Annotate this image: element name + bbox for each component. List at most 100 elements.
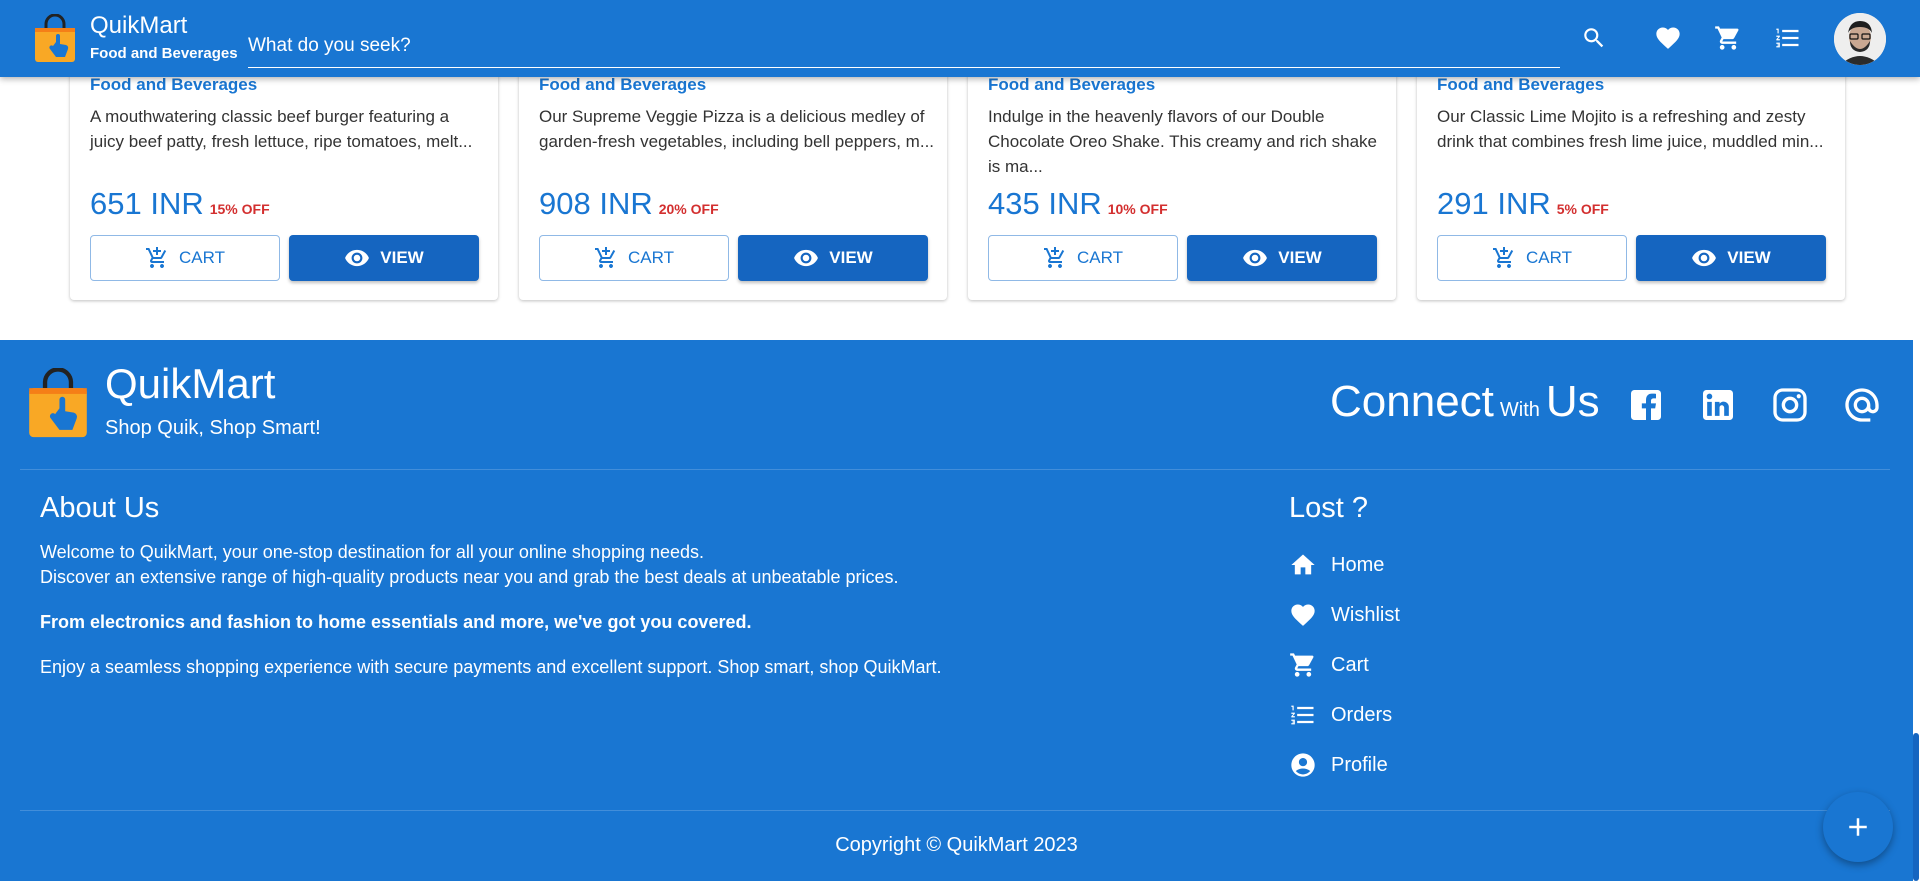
floating-add-button[interactable]	[1823, 792, 1893, 862]
about-text-bold: From electronics and fashion to home ess…	[40, 612, 752, 632]
add-to-cart-button[interactable]: CART	[90, 235, 280, 281]
view-button-label: VIEW	[380, 248, 424, 267]
footer-link-label: Cart	[1331, 653, 1369, 676]
product-price: 908 INR	[539, 186, 653, 221]
linkedin-link[interactable]	[1698, 385, 1738, 425]
view-product-button[interactable]: VIEW	[289, 235, 479, 281]
linkedin-icon	[1703, 390, 1733, 420]
product-price: 651 INR	[90, 186, 204, 221]
add-shopping-cart-icon	[146, 247, 167, 268]
product-price: 291 INR	[1437, 186, 1551, 221]
add-shopping-cart-icon	[1044, 247, 1065, 268]
add-to-cart-button[interactable]: CART	[539, 235, 729, 281]
eye-icon	[1243, 249, 1268, 267]
scrollbar-thumb[interactable]	[1913, 733, 1919, 881]
discount-badge: 15% OFF	[209, 201, 270, 217]
eye-icon	[1692, 249, 1717, 267]
footer-divider	[20, 469, 1890, 470]
view-button-label: VIEW	[1278, 248, 1322, 267]
wishlist-button[interactable]	[1652, 22, 1684, 54]
about-text: Welcome to QuikMart, your one-stop desti…	[40, 542, 705, 562]
product-price-row: 908 INR 20% OFF	[539, 186, 719, 222]
instagram-icon	[1773, 388, 1807, 422]
footer-link-label: Orders	[1331, 703, 1393, 726]
cart-button-label: CART	[1526, 248, 1572, 267]
product-card: Food and Beverages Our Supreme Veggie Pi…	[519, 50, 947, 300]
product-card: Food and Beverages Indulge in the heaven…	[968, 50, 1396, 300]
app-header: QuikMart Food and Beverages	[0, 0, 1920, 77]
search-icon	[1584, 28, 1604, 48]
brand-name: QuikMart	[90, 12, 188, 39]
user-photo-icon	[1834, 13, 1886, 65]
lost-heading: Lost ?	[1289, 492, 1368, 524]
view-product-button[interactable]: VIEW	[1187, 235, 1377, 281]
view-button-label: VIEW	[829, 248, 873, 267]
footer-brand-name: QuikMart	[105, 360, 276, 407]
add-to-cart-button[interactable]: CART	[988, 235, 1178, 281]
product-category: Food and Beverages	[539, 75, 707, 94]
shopping-bag-logo-icon	[29, 368, 87, 438]
footer-link-label: Wishlist	[1331, 603, 1400, 626]
footer-link-wishlist[interactable]: Wishlist	[1289, 599, 1400, 631]
footer-link-cart[interactable]: Cart	[1289, 649, 1369, 681]
add-shopping-cart-icon	[595, 247, 616, 268]
footer-link-label: Profile	[1331, 753, 1388, 776]
product-category: Food and Beverages	[1437, 75, 1605, 94]
search-input[interactable]	[248, 28, 1560, 64]
list-icon	[1776, 28, 1799, 48]
discount-badge: 10% OFF	[1107, 201, 1168, 217]
product-price-row: 291 INR 5% OFF	[1437, 186, 1609, 222]
footer-link-label: Home	[1331, 553, 1385, 576]
view-product-button[interactable]: VIEW	[738, 235, 928, 281]
product-description: A mouthwatering classic beef burger feat…	[90, 107, 473, 151]
footer-link-home[interactable]: Home	[1289, 549, 1384, 581]
email-link[interactable]	[1842, 385, 1882, 425]
product-card: Food and Beverages A mouthwatering class…	[70, 50, 498, 300]
product-price: 435 INR	[988, 186, 1102, 221]
shopping-bag-logo-icon	[35, 14, 75, 62]
heart-icon	[1656, 27, 1680, 49]
add-shopping-cart-icon	[1493, 247, 1514, 268]
facebook-link[interactable]	[1626, 385, 1666, 425]
search-bar	[248, 28, 1560, 68]
cart-button-label: CART	[1077, 248, 1123, 267]
avatar[interactable]	[1834, 13, 1886, 65]
eye-icon	[794, 249, 819, 267]
footer-link-orders[interactable]: Orders	[1289, 699, 1392, 731]
product-category: Food and Beverages	[90, 75, 258, 94]
discount-badge: 5% OFF	[1556, 201, 1609, 217]
eye-icon	[345, 249, 370, 267]
at-sign-icon	[1845, 388, 1879, 422]
brand-category: Food and Beverages	[90, 45, 238, 62]
cart-icon	[1715, 26, 1739, 50]
product-description: Indulge in the heavenly flavors of our D…	[988, 107, 1377, 176]
connect-heading: Connect With Us	[1330, 377, 1600, 427]
product-card: Food and Beverages Our Classic Lime Moji…	[1417, 50, 1845, 300]
cart-button[interactable]	[1712, 22, 1744, 54]
product-description: Our Classic Lime Mojito is a refreshing …	[1437, 107, 1824, 151]
instagram-link[interactable]	[1770, 385, 1810, 425]
search-button[interactable]	[1578, 22, 1610, 54]
cart-icon	[1290, 653, 1314, 677]
view-button-label: VIEW	[1727, 248, 1771, 267]
cart-button-label: CART	[179, 248, 225, 267]
cart-button-label: CART	[628, 248, 674, 267]
product-price-row: 651 INR 15% OFF	[90, 186, 270, 222]
us-word: Us	[1545, 377, 1600, 426]
add-to-cart-button[interactable]: CART	[1437, 235, 1627, 281]
list-icon	[1291, 705, 1314, 725]
home-icon	[1291, 554, 1315, 575]
orders-button[interactable]	[1772, 22, 1804, 54]
footer-divider	[20, 810, 1890, 811]
product-grid: Food and Beverages A mouthwatering class…	[0, 50, 1920, 340]
product-description: Our Supreme Veggie Pizza is a delicious …	[539, 107, 935, 151]
view-product-button[interactable]: VIEW	[1636, 235, 1826, 281]
footer-link-profile[interactable]: Profile	[1289, 749, 1388, 781]
discount-badge: 20% OFF	[658, 201, 719, 217]
about-text: Discover an extensive range of high-qual…	[40, 567, 899, 587]
copyright-text: Copyright © QuikMart 2023	[835, 834, 1078, 856]
product-price-row: 435 INR 10% OFF	[988, 186, 1168, 222]
brand[interactable]: QuikMart Food and Beverages	[32, 12, 248, 66]
footer-slogan: Shop Quik, Shop Smart!	[105, 417, 321, 439]
account-circle-icon	[1291, 753, 1315, 777]
